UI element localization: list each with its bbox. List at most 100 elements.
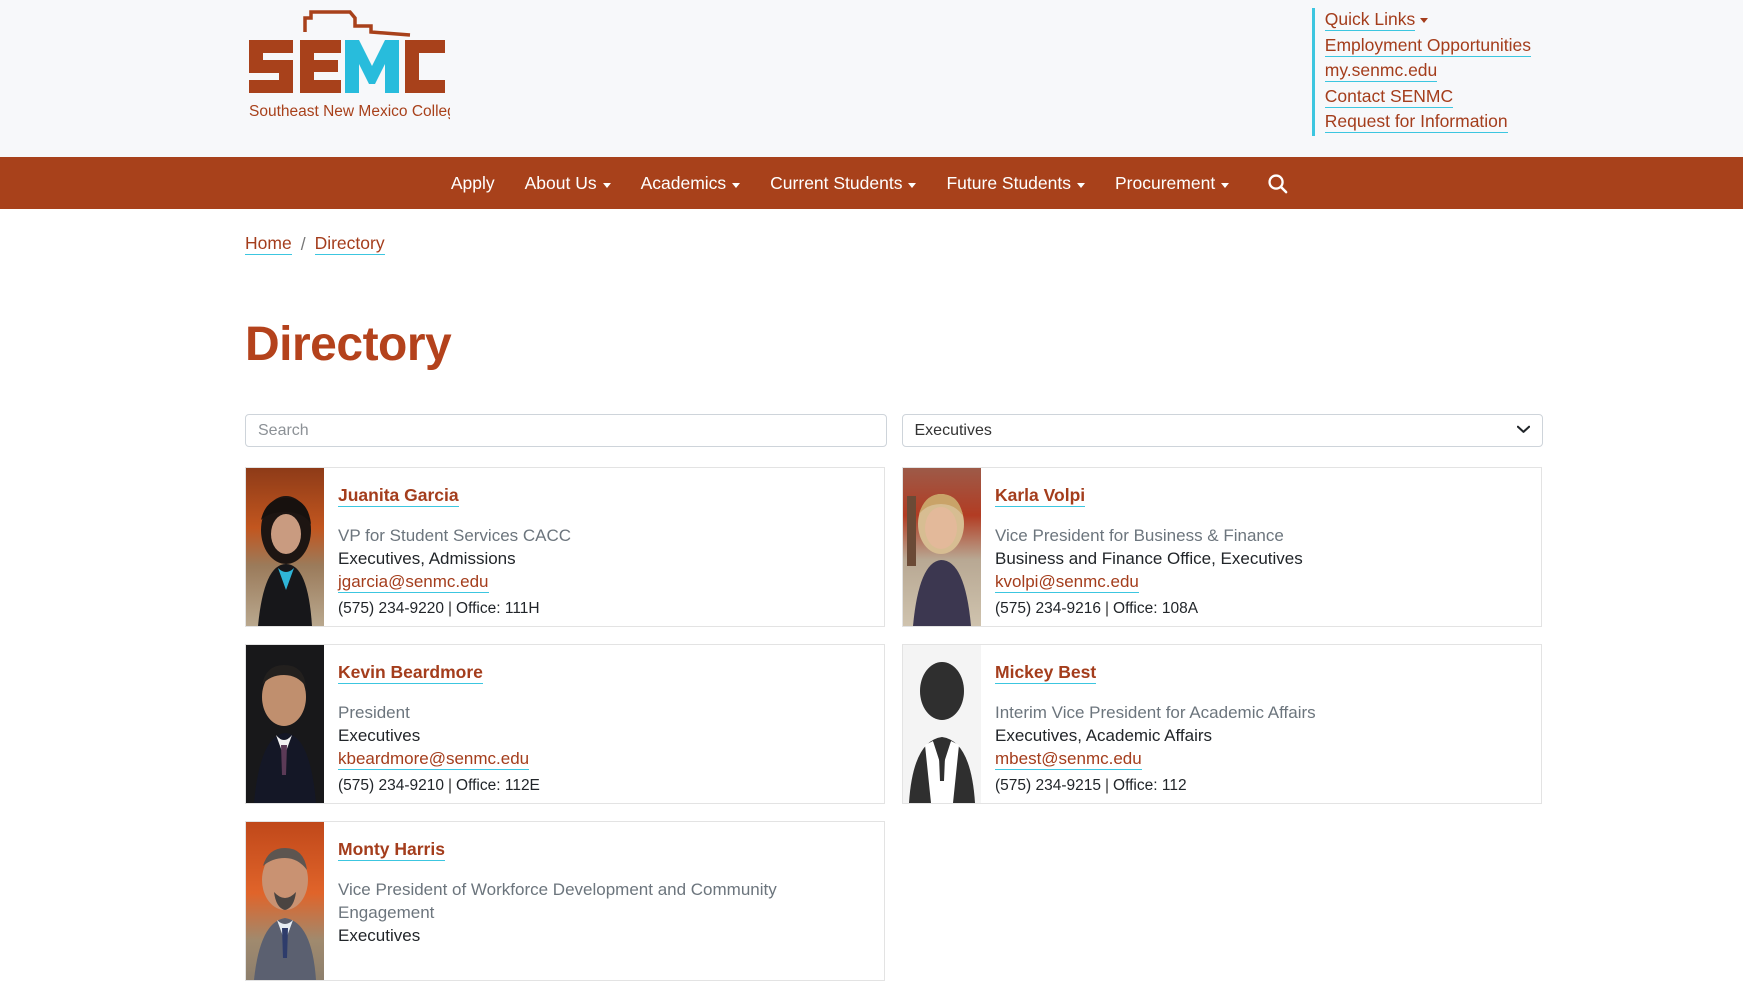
- portrait-image: [246, 645, 324, 803]
- person-photo: [903, 468, 981, 626]
- page-content: Home / Directory Directory Executives: [0, 233, 1743, 981]
- contact-senmc-link[interactable]: Contact SENMC: [1324, 86, 1454, 108]
- person-photo: [246, 468, 324, 626]
- person-details: Mickey Best Interim Vice President for A…: [981, 645, 1541, 803]
- chevron-down-icon: [908, 182, 917, 188]
- person-email-link[interactable]: kbeardmore@senmc.edu: [338, 748, 530, 770]
- person-title: Interim Vice President for Academic Affa…: [995, 703, 1316, 722]
- nav-label: Future Students: [946, 173, 1071, 193]
- person-title: Vice President of Workforce Development …: [338, 880, 777, 922]
- person-phone: (575) 234-9216: [995, 600, 1101, 617]
- search-icon: [1268, 173, 1288, 193]
- nav-item-about-us[interactable]: About Us: [510, 157, 626, 209]
- person-office: Office: 108A: [1113, 600, 1199, 617]
- breadcrumb-home-link[interactable]: Home: [245, 233, 292, 255]
- person-email-link[interactable]: jgarcia@senmc.edu: [338, 571, 489, 593]
- person-email-link[interactable]: mbest@senmc.edu: [995, 748, 1142, 770]
- person-contact: (575) 234-9210 | Office: 112E: [338, 776, 870, 796]
- site-header: Southeast New Mexico College Quick Links…: [0, 0, 1743, 157]
- person-contact: (575) 234-9220 | Office: 111H: [338, 599, 870, 619]
- contact-divider: |: [1105, 777, 1110, 794]
- quick-links-row: Request for Information: [1324, 110, 1531, 136]
- chevron-down-icon: [1077, 182, 1085, 188]
- quick-links-row: Contact SENMC: [1324, 85, 1531, 111]
- breadcrumb: Home / Directory: [245, 233, 1543, 255]
- search-input[interactable]: [245, 414, 887, 447]
- person-photo: [903, 645, 981, 803]
- nav-item-current-students[interactable]: Current Students: [755, 157, 931, 209]
- request-for-information-link[interactable]: Request for Information: [1324, 111, 1508, 133]
- person-name-link[interactable]: Mickey Best: [995, 662, 1097, 684]
- directory-card[interactable]: Karla Volpi Vice President for Business …: [902, 467, 1542, 627]
- person-name-link[interactable]: Karla Volpi: [995, 485, 1086, 507]
- portrait-image: [246, 822, 324, 980]
- quick-links-row: Quick Links: [1324, 8, 1531, 34]
- person-office: Office: 111H: [456, 600, 540, 617]
- chevron-down-icon: [602, 182, 611, 188]
- person-office: Office: 112: [1113, 777, 1187, 794]
- person-email-link[interactable]: kvolpi@senmc.edu: [995, 571, 1139, 593]
- quick-links-row: Employment Opportunities: [1324, 34, 1531, 60]
- contact-divider: |: [1105, 600, 1110, 617]
- person-department: Business and Finance Office, Executives: [995, 549, 1303, 568]
- quick-links-row: my.senmc.edu: [1324, 59, 1531, 85]
- portrait-image: [246, 468, 324, 626]
- nav-item-procurement[interactable]: Procurement: [1100, 157, 1244, 209]
- person-name-link[interactable]: Juanita Garcia: [338, 485, 459, 507]
- nav-item-future-students[interactable]: Future Students: [931, 157, 1100, 209]
- nav-label: Academics: [640, 173, 727, 193]
- search-field-wrapper: [245, 414, 887, 447]
- person-title: VP for Student Services CACC: [338, 526, 572, 545]
- person-phone: (575) 234-9210: [338, 777, 444, 794]
- directory-grid: Juanita Garcia VP for Student Services C…: [245, 467, 1543, 981]
- chevron-down-icon: [1420, 18, 1429, 23]
- person-office: Office: 112E: [456, 777, 540, 794]
- breadcrumb-separator: /: [300, 233, 306, 254]
- directory-card[interactable]: Monty Harris Vice President of Workforce…: [245, 821, 885, 981]
- person-photo: [246, 822, 324, 980]
- chevron-down-icon: [732, 182, 741, 188]
- person-department: Executives, Admissions: [338, 549, 516, 568]
- my-senmc-link[interactable]: my.senmc.edu: [1324, 60, 1438, 82]
- quick-links-dropdown[interactable]: Quick Links: [1324, 9, 1416, 31]
- directory-card[interactable]: Mickey Best Interim Vice President for A…: [902, 644, 1542, 804]
- nav-label: Procurement: [1115, 173, 1216, 193]
- quick-links-group: Quick Links Employment Opportunities my.…: [1311, 8, 1531, 136]
- person-name-link[interactable]: Kevin Beardmore: [338, 662, 483, 684]
- contact-divider: |: [448, 600, 453, 617]
- page-title: Directory: [245, 318, 452, 371]
- person-department: Executives: [338, 726, 421, 745]
- main-navigation: Apply About Us Academics Current Student…: [0, 157, 1743, 209]
- nav-search-button[interactable]: [1244, 172, 1307, 195]
- person-details: Kevin Beardmore President Executives kbe…: [324, 645, 884, 803]
- person-title: Vice President for Business & Finance: [995, 526, 1284, 545]
- nav-label: Current Students: [770, 173, 903, 193]
- nav-item-academics[interactable]: Academics: [626, 157, 756, 209]
- senmc-logo[interactable]: Southeast New Mexico College: [245, 8, 450, 126]
- category-select-wrapper: Executives: [901, 414, 1543, 447]
- nav-item-apply[interactable]: Apply: [436, 157, 510, 209]
- person-department: Executives: [338, 926, 421, 945]
- silhouette-placeholder-icon: [903, 645, 981, 803]
- person-phone: (575) 234-9215: [995, 777, 1101, 794]
- person-contact: (575) 234-9216 | Office: 108A: [995, 599, 1527, 619]
- contact-divider: |: [448, 777, 453, 794]
- breadcrumb-directory-link[interactable]: Directory: [314, 233, 385, 255]
- person-details: Monty Harris Vice President of Workforce…: [324, 822, 884, 980]
- nav-label: About Us: [524, 173, 597, 193]
- directory-card[interactable]: Juanita Garcia VP for Student Services C…: [245, 467, 885, 627]
- category-select[interactable]: Executives: [901, 414, 1543, 447]
- person-department: Executives, Academic Affairs: [995, 726, 1213, 745]
- person-photo: [246, 645, 324, 803]
- chevron-down-icon: [1221, 182, 1230, 188]
- person-name-link[interactable]: Monty Harris: [338, 839, 445, 861]
- senmc-logo-icon: Southeast New Mexico College: [249, 10, 450, 120]
- person-phone: (575) 234-9220: [338, 600, 444, 617]
- person-details: Karla Volpi Vice President for Business …: [981, 468, 1541, 626]
- directory-card[interactable]: Kevin Beardmore President Executives kbe…: [245, 644, 885, 804]
- directory-filters: Executives: [245, 414, 1543, 447]
- person-details: Juanita Garcia VP for Student Services C…: [324, 468, 884, 626]
- person-contact: (575) 234-9215 | Office: 112: [995, 776, 1527, 796]
- employment-opportunities-link[interactable]: Employment Opportunities: [1324, 35, 1531, 57]
- person-title: President: [338, 703, 410, 722]
